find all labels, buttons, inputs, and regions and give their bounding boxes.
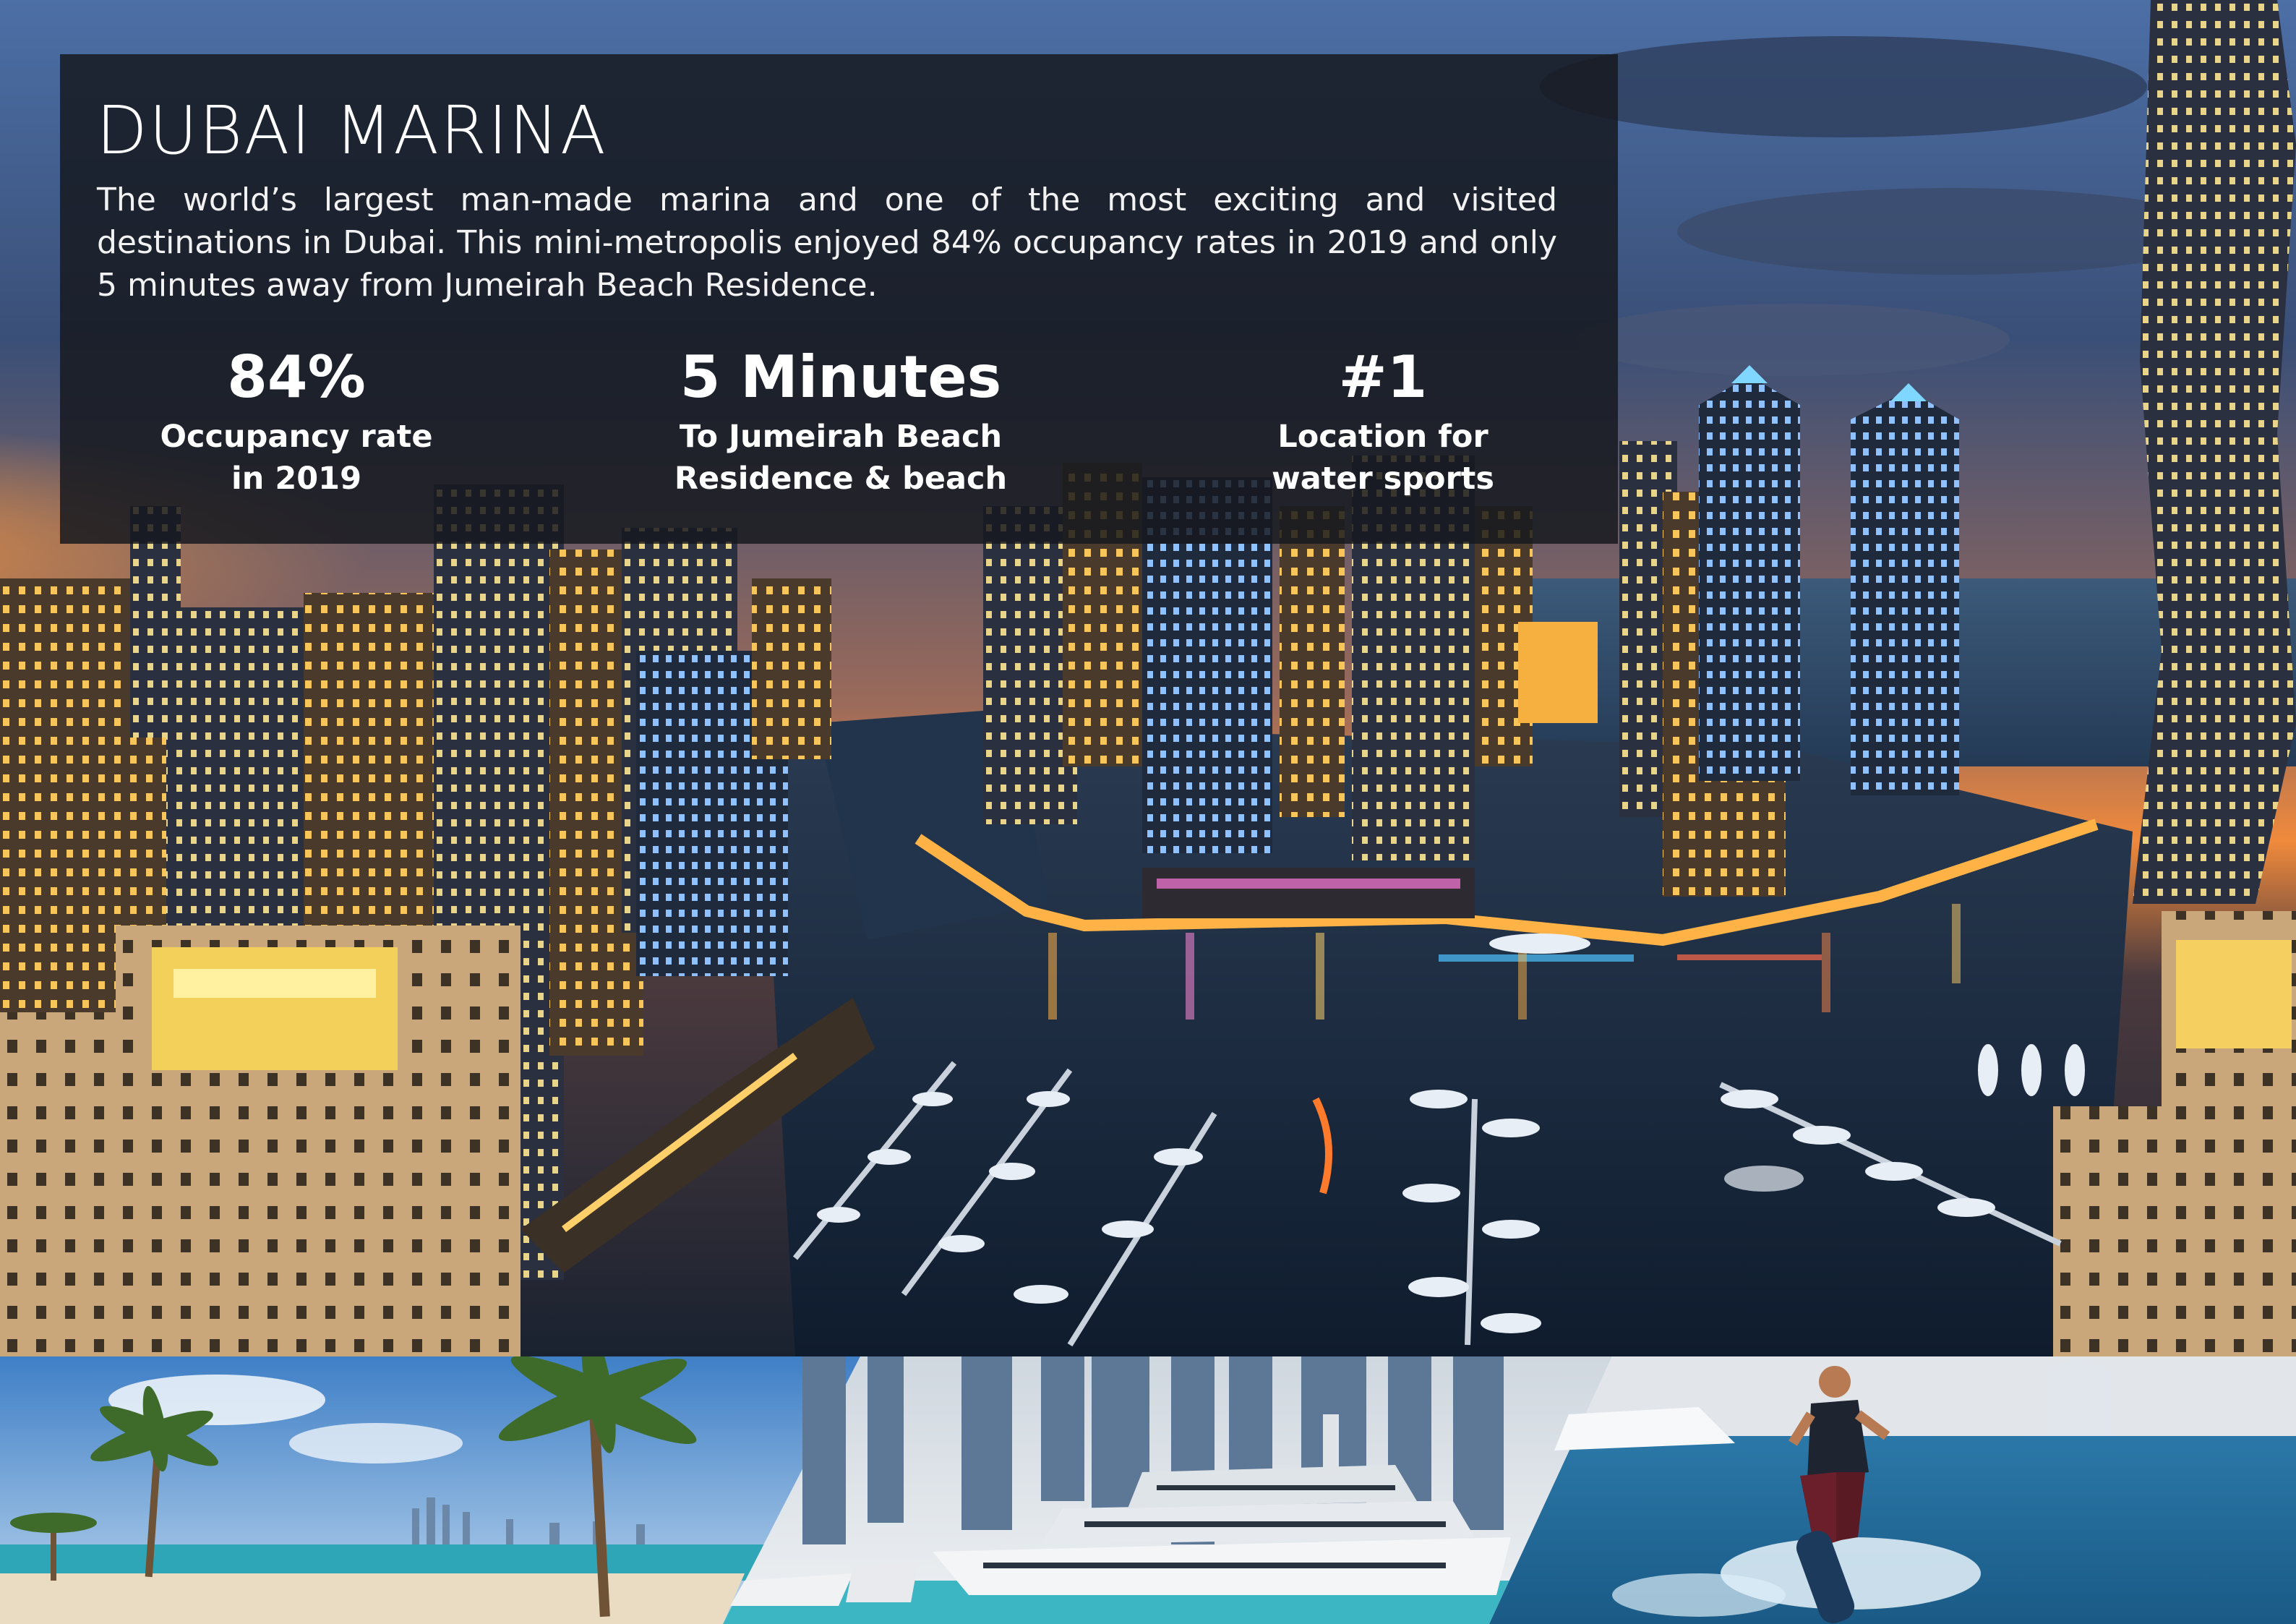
beach-photo xyxy=(0,1356,860,1624)
stat-label-line: Occupancy rate xyxy=(160,419,433,455)
stat-value: 84% xyxy=(227,343,366,411)
wakeboard-photo xyxy=(1489,1356,2296,1624)
stat-value: 5 Minutes xyxy=(680,343,1002,411)
yacht-photo xyxy=(723,1356,1612,1624)
page-title: DUBAI MARINA xyxy=(96,92,607,169)
photo-strip-illustration xyxy=(0,1356,2296,1624)
stat-label-line: Location for xyxy=(1277,419,1488,455)
photo-strip xyxy=(0,1356,2296,1624)
stat-value: #1 xyxy=(1338,343,1428,411)
info-panel: DUBAI MARINA The world’s largest man-mad… xyxy=(60,54,1618,544)
description-text: The world’s largest man-made marina and … xyxy=(97,181,1557,304)
stat-label-line: in 2019 xyxy=(231,461,361,497)
stat-label-line: water sports xyxy=(1272,461,1494,497)
stat-distance: 5 Minutes To Jumeirah Beach Residence & … xyxy=(653,345,1029,500)
stat-ranking: #1 Location for water sports xyxy=(1195,345,1571,500)
stat-occupancy: 84% Occupancy rate in 2019 xyxy=(108,345,484,500)
stat-label-line: To Jumeirah Beach xyxy=(679,419,1003,455)
stat-label-line: Residence & beach xyxy=(674,461,1008,497)
